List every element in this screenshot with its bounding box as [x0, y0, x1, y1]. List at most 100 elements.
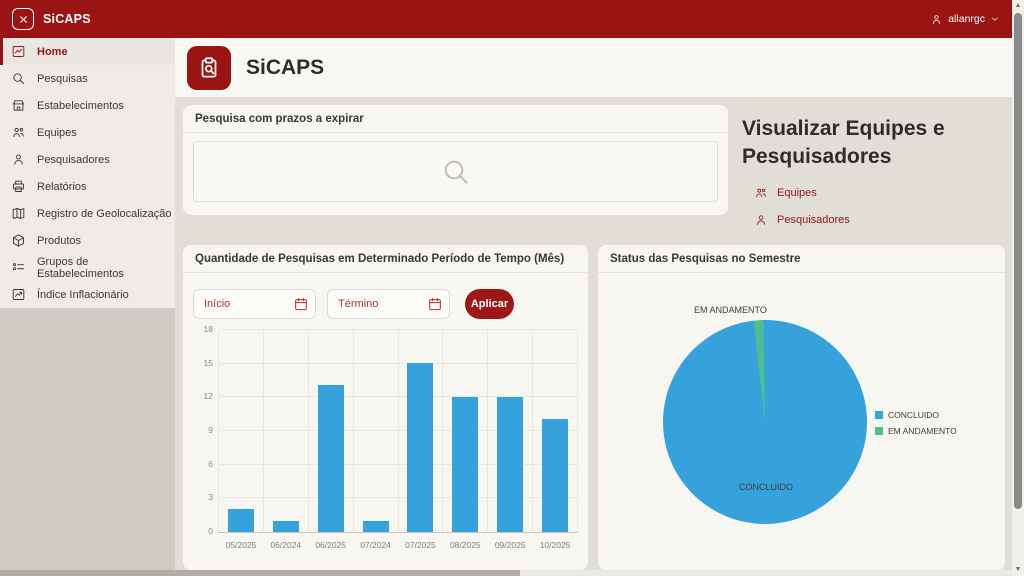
sidebar-item-label: Índice Inflacionário [37, 288, 129, 301]
x-axis-tick-label: 09/2025 [494, 540, 526, 550]
legend-label: CONCLUIDO [888, 410, 940, 420]
map-icon [11, 206, 26, 221]
y-axis-tick-label: 18 [203, 324, 213, 334]
vertical-scrollbar[interactable]: ▲ ▼ [1012, 0, 1024, 576]
people-icon [11, 125, 26, 140]
sidebar-item-label: Estabelecimentos [37, 99, 124, 112]
trend-icon [11, 287, 26, 302]
sidebar-item-label: Registro de Geolocalização [37, 207, 172, 220]
bar-slot: 10/2025 [533, 330, 578, 550]
bar-slot: 06/2025 [309, 330, 354, 550]
x-axis-tick-label: 06/2025 [315, 540, 347, 550]
bar-slot: 07/2024 [354, 330, 399, 550]
list-icon [11, 260, 26, 275]
sidebar-item-indice-inflacionario[interactable]: Índice Inflacionário [0, 281, 175, 308]
y-axis-tick-label: 0 [208, 526, 213, 536]
sidebar-item-estabelecimentos[interactable]: Estabelecimentos [0, 92, 175, 119]
bar [227, 509, 254, 532]
bar [407, 362, 434, 532]
link-equipes[interactable]: Equipes [754, 186, 1012, 200]
bar-chart: 0 3 6 9 12 15 18 05/2025 06/2024 06/2025 07/2024 07… [204, 324, 578, 550]
legend-swatch [875, 427, 883, 435]
bar-chart-panel: Quantidade de Pesquisas em Determinado P… [183, 245, 588, 570]
sidebar-item-home[interactable]: Home [0, 38, 175, 65]
user-icon [930, 13, 943, 26]
username: allanrgc [948, 13, 985, 25]
link-equipes-label: Equipes [777, 187, 817, 200]
sidebar-item-label: Grupos de Estabelecimentos [37, 255, 124, 280]
home-icon [11, 44, 26, 59]
expiring-panel-title: Pesquisa com prazos a expirar [183, 105, 728, 133]
pie-panel-title: Status das Pesquisas no Semestre [598, 245, 1005, 273]
pie-slice-label-em-andamento: EM ANDAMENTO [694, 305, 767, 315]
link-pesquisadores-label: Pesquisadores [777, 214, 850, 227]
expiring-search-box[interactable] [193, 141, 718, 202]
page-title: SiCAPS [246, 55, 325, 79]
pie-chart [663, 320, 867, 524]
sidebar-item-equipes[interactable]: Equipes [0, 119, 175, 146]
bar-slot: 07/2025 [399, 330, 444, 550]
sidebar: Home Pesquisas Estabelecimentos Equipes Pesq… [0, 38, 175, 570]
bar-slot: 06/2024 [264, 330, 309, 550]
teams-section: Visualizar Equipes e Pesquisadores Equip… [742, 115, 1012, 240]
search-icon [11, 71, 26, 86]
x-axis-tick-label: 10/2025 [539, 540, 571, 550]
bar-slot: 08/2025 [443, 330, 489, 550]
pie-slice-label-concluido: CONCLUIDO [739, 482, 794, 492]
sidebar-item-pesquisas[interactable]: Pesquisas [0, 65, 175, 92]
sidebar-item-label: Home [37, 45, 68, 58]
bar [272, 520, 299, 532]
sidebar-item-produtos[interactable]: Produtos [0, 227, 175, 254]
topbar: SiCAPS allanrgc [0, 0, 1012, 38]
y-axis-tick-label: 12 [203, 391, 213, 402]
bar [317, 385, 344, 532]
link-pesquisadores[interactable]: Pesquisadores [754, 213, 1012, 227]
box-icon [11, 233, 26, 248]
vertical-scrollbar-thumb[interactable] [1014, 13, 1022, 509]
search-icon [440, 156, 472, 188]
y-axis-tick-label: 15 [203, 357, 213, 368]
close-button[interactable] [12, 8, 34, 30]
sidebar-item-label: Produtos [37, 234, 82, 247]
bar [452, 396, 479, 532]
y-axis-tick-label: 9 [208, 425, 213, 435]
people-icon [754, 186, 768, 200]
storefront-icon [11, 98, 26, 113]
y-axis-tick-label: 6 [208, 458, 213, 469]
sidebar-item-pesquisadores[interactable]: Pesquisadores [0, 146, 175, 173]
aplicar-button[interactable]: Aplicar [465, 289, 514, 319]
expiring-panel: Pesquisa com prazos a expirar [183, 105, 728, 215]
bar [497, 396, 524, 532]
scroll-up-arrow[interactable]: ▲ [1012, 1, 1024, 11]
horizontal-scrollbar[interactable] [0, 570, 1012, 576]
close-icon [18, 14, 29, 25]
bar-slot: 09/2025 [488, 330, 534, 550]
pie-chart-panel: Status das Pesquisas no Semestre EM ANDA… [598, 245, 1005, 570]
sidebar-item-label: Relatórios [37, 180, 87, 193]
sidebar-item-grupos-de-estabelecimentos[interactable]: Grupos de Estabelecimentos [0, 254, 175, 281]
teams-section-title: Visualizar Equipes e Pesquisadores [742, 117, 945, 168]
scroll-down-arrow[interactable]: ▼ [1012, 565, 1024, 575]
chevron-down-icon [990, 14, 1000, 24]
x-axis-tick-label: 08/2025 [449, 540, 481, 550]
clipboard-search-icon [196, 55, 222, 81]
sidebar-item-registro-de-geolocalizacao[interactable]: Registro de Geolocalização [0, 200, 175, 227]
app-logo [187, 45, 231, 90]
legend-swatch [875, 411, 883, 419]
legend-item-em-andamento: EM ANDAMENTO [875, 426, 957, 436]
x-axis-tick-label: 07/2024 [360, 540, 391, 550]
x-axis-tick-label: 06/2024 [270, 540, 302, 550]
calendar-icon[interactable] [293, 296, 309, 312]
user-menu[interactable]: allanrgc [930, 13, 1000, 26]
inicio-field [193, 289, 316, 319]
person-icon [11, 152, 26, 167]
horizontal-scrollbar-thumb[interactable] [0, 570, 520, 576]
termino-field [327, 289, 450, 319]
y-axis-tick-label: 3 [208, 492, 213, 503]
main-header: SiCAPS [175, 38, 1012, 97]
bar [542, 419, 569, 532]
app-title: SiCAPS [43, 12, 91, 26]
sidebar-item-relatorios[interactable]: Relatórios [0, 173, 175, 200]
calendar-icon[interactable] [427, 296, 443, 312]
sidebar-item-label: Pesquisadores [37, 153, 110, 166]
